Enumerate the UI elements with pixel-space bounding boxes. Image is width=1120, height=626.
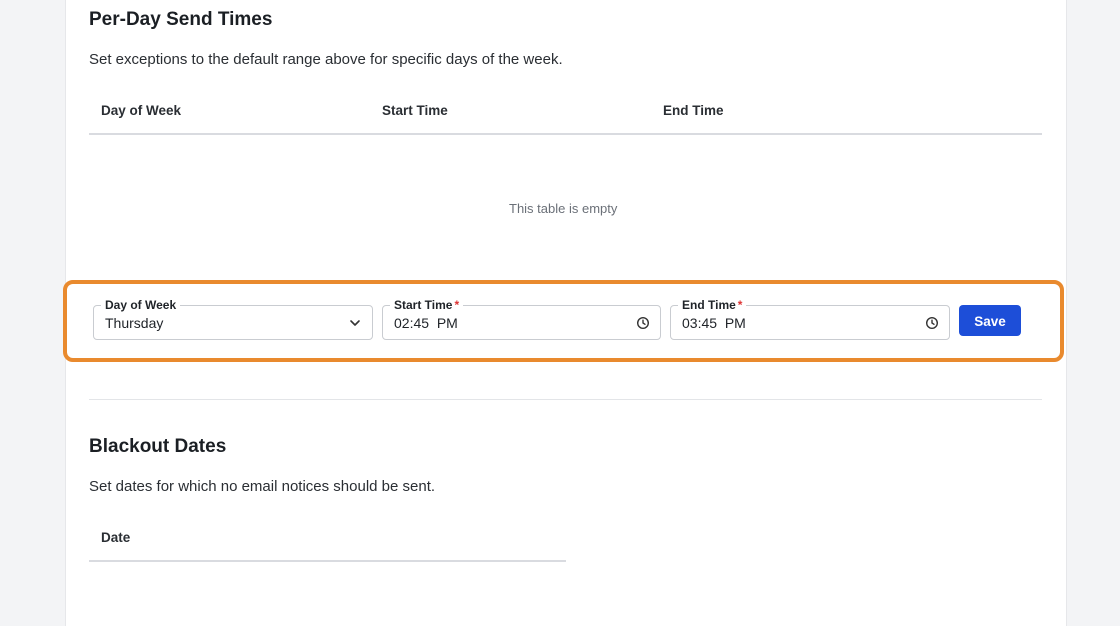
day-of-week-label: Day of Week	[101, 298, 181, 312]
blackout-description: Set dates for which no email notices sho…	[89, 478, 436, 495]
chevron-down-icon	[350, 320, 360, 326]
day-of-week-select[interactable]: Day of Week Thursday	[93, 298, 373, 340]
column-header-start-time[interactable]: Start Time	[382, 103, 448, 118]
empty-table-message: This table is empty	[509, 201, 618, 216]
column-header-end-time[interactable]: End Time	[663, 103, 724, 118]
blackout-header-divider	[89, 560, 566, 562]
section-divider	[89, 399, 1042, 400]
start-time-input[interactable]: Start Time * 02:45 PM	[382, 298, 661, 340]
start-time-label: Start Time *	[390, 298, 464, 312]
required-marker: *	[737, 298, 743, 312]
end-time-value: 03:45 PM	[682, 315, 746, 331]
save-button[interactable]: Save	[959, 305, 1021, 336]
per-day-description: Set exceptions to the default range abov…	[89, 51, 563, 68]
required-marker: *	[454, 298, 460, 312]
end-time-label: End Time *	[678, 298, 747, 312]
column-header-date[interactable]: Date	[101, 530, 130, 545]
blackout-title: Blackout Dates	[89, 436, 227, 457]
day-of-week-value: Thursday	[105, 315, 164, 331]
per-day-title: Per-Day Send Times	[89, 9, 273, 30]
table-header-divider	[89, 133, 1042, 135]
column-header-day[interactable]: Day of Week	[101, 103, 181, 118]
end-time-input[interactable]: End Time * 03:45 PM	[670, 298, 950, 340]
start-time-value: 02:45 PM	[394, 315, 458, 331]
clock-icon[interactable]	[636, 316, 650, 330]
clock-icon[interactable]	[925, 316, 939, 330]
